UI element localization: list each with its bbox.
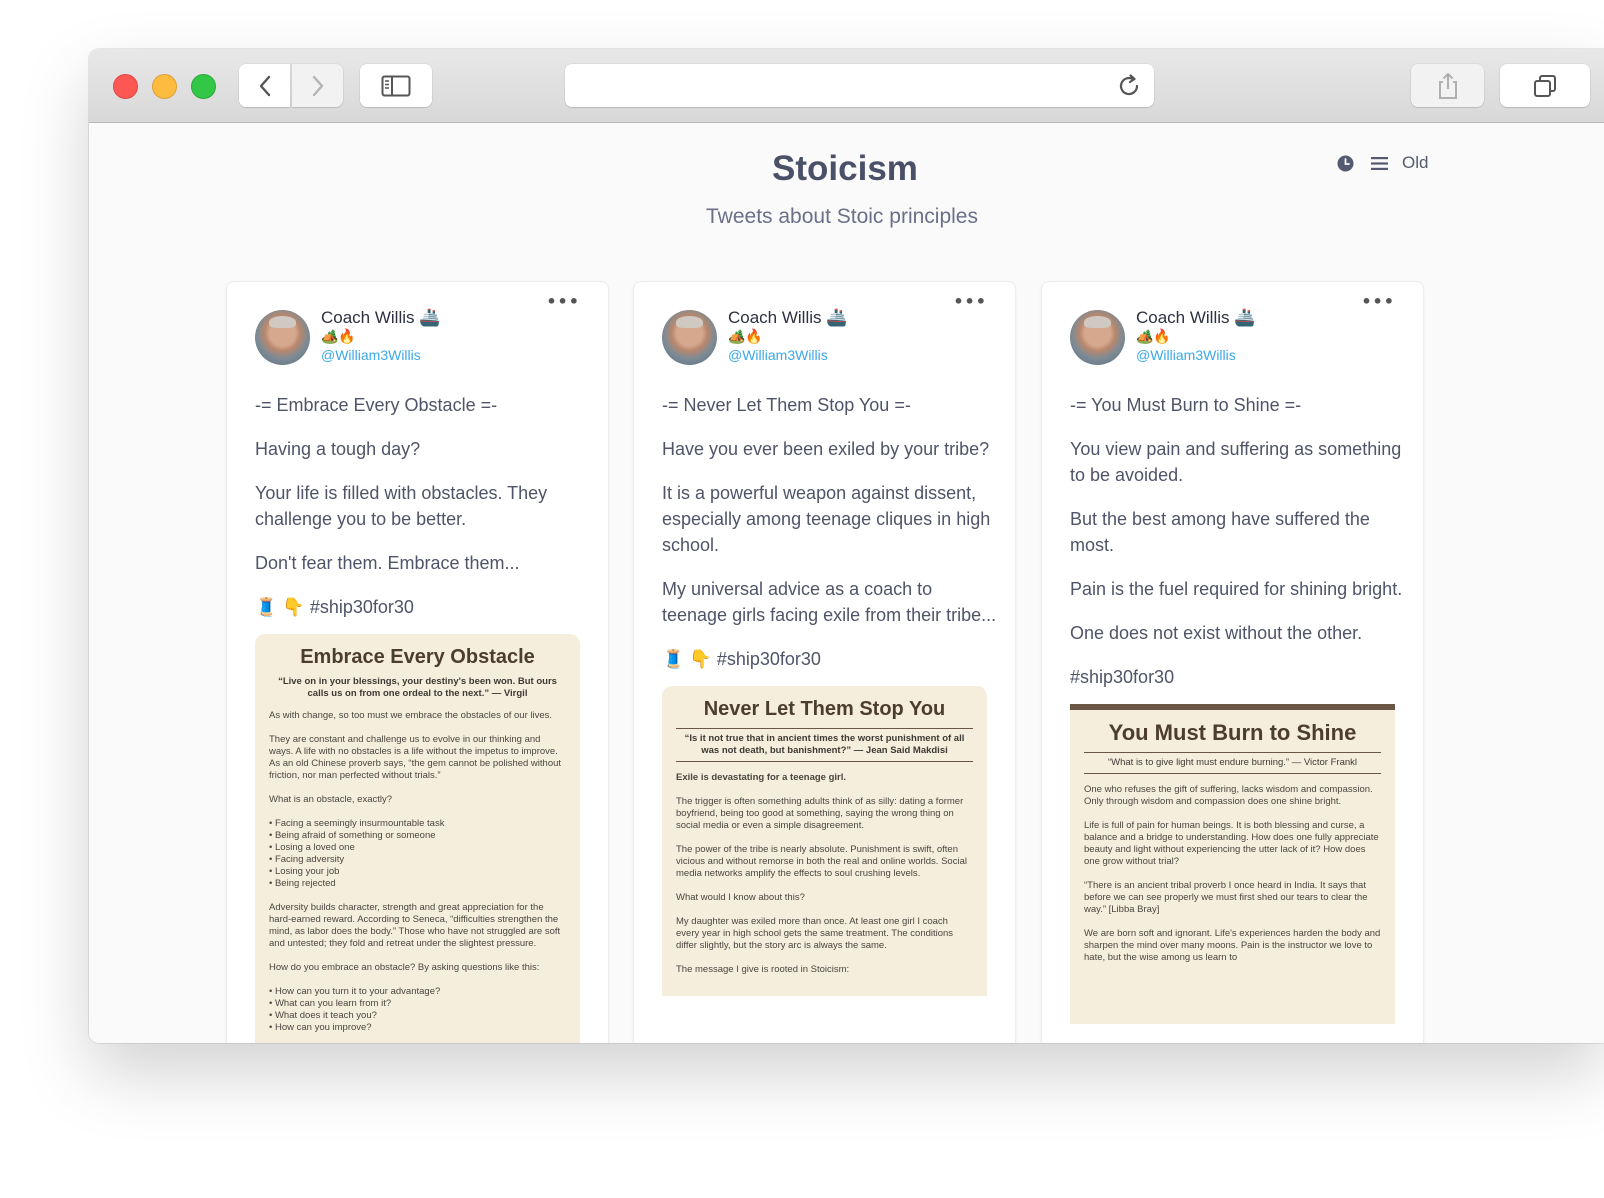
browser-window: Stoicism Tweets about Stoic principles O… bbox=[89, 49, 1604, 1043]
tweet-card: ••• Coach Willis 🚢 🏕️🔥 @William3Willis -… bbox=[633, 281, 1016, 1043]
tweet-paragraph: -= Embrace Every Obstacle =- bbox=[255, 395, 498, 415]
more-options-icon[interactable]: ••• bbox=[546, 292, 580, 311]
poster-line: The trigger is often something adults th… bbox=[676, 796, 964, 831]
poster-line: My daughter was exiled more than once. A… bbox=[676, 916, 954, 951]
address-bar[interactable] bbox=[565, 64, 1154, 107]
poster-quote: “Is it not true that in ancient times th… bbox=[676, 728, 973, 762]
more-options-icon[interactable]: ••• bbox=[953, 292, 987, 311]
tweet-image[interactable]: Embrace Every Obstacle “Live on in your … bbox=[255, 634, 580, 1043]
tweet-author: Coach Willis 🚢 🏕️🔥 @William3Willis bbox=[321, 308, 440, 365]
author-handle[interactable]: @William3Willis bbox=[321, 345, 440, 365]
author-name[interactable]: Coach Willis 🚢 bbox=[728, 308, 847, 328]
poster-quote: “Live on in your blessings, your destiny… bbox=[278, 676, 557, 699]
chevron-right-icon bbox=[312, 75, 323, 96]
tweet-hashtag-line[interactable]: #ship30for30 bbox=[1070, 664, 1405, 690]
tabs-icon bbox=[1534, 74, 1556, 97]
author-emojis: 🏕️🔥 bbox=[1136, 328, 1171, 344]
poster-line: Adversity builds character, strength and… bbox=[269, 902, 561, 949]
poster-text: One who refuses the gift of suffering, l… bbox=[1084, 784, 1381, 964]
back-button[interactable] bbox=[239, 64, 290, 107]
poster-line: • Facing a seemingly insurmountable task… bbox=[269, 818, 445, 889]
page-subtitle: Tweets about Stoic principles bbox=[706, 205, 978, 228]
tweet-paragraph: -= You Must Burn to Shine =- bbox=[1070, 395, 1302, 415]
zoom-window-button[interactable] bbox=[191, 74, 216, 99]
tweet-body: -= You Must Burn to Shine =- You view pa… bbox=[1070, 392, 1405, 1024]
tweet-image[interactable]: Never Let Them Stop You “Is it not true … bbox=[662, 686, 987, 996]
poster-quote: “What is to give light must endure burni… bbox=[1084, 752, 1381, 774]
close-window-button[interactable] bbox=[113, 74, 138, 99]
tweet-body: -= Embrace Every Obstacle =- Having a to… bbox=[255, 392, 590, 1043]
browser-toolbar bbox=[89, 49, 1604, 123]
poster-line: The message I give is rooted in Stoicism… bbox=[676, 964, 850, 975]
poster-line: We are born soft and ignorant. Life's ex… bbox=[1084, 928, 1381, 963]
view-controls: Old bbox=[1337, 153, 1428, 173]
poster-line: • How can you turn it to your advantage?… bbox=[269, 986, 441, 1033]
poster-line: One who refuses the gift of suffering, l… bbox=[1084, 784, 1373, 807]
poster-line: As with change, so too must we embrace t… bbox=[269, 710, 553, 721]
tweet-hashtag-line[interactable]: 🧵 👇 #ship30for30 bbox=[662, 646, 997, 672]
tweet-image[interactable]: You Must Burn to Shine “What is to give … bbox=[1070, 704, 1395, 1024]
author-handle[interactable]: @William3Willis bbox=[1136, 345, 1255, 365]
avatar[interactable] bbox=[255, 310, 310, 365]
menu-icon[interactable] bbox=[1371, 156, 1388, 171]
tweet-paragraph: Have you ever been exiled by your tribe? bbox=[662, 439, 990, 459]
tab-overview-button[interactable] bbox=[1500, 64, 1590, 107]
poster-line: The power of the tribe is nearly absolut… bbox=[676, 844, 967, 879]
tweet-hashtag-line[interactable]: 🧵 👇 #ship30for30 bbox=[255, 594, 590, 620]
poster-line: What is an obstacle, exactly? bbox=[269, 794, 393, 805]
author-emojis: 🏕️🔥 bbox=[728, 328, 763, 344]
tweet-card: ••• Coach Willis 🚢 🏕️🔥 @William3Willis -… bbox=[226, 281, 609, 1043]
poster-line: They are constant and challenge us to ev… bbox=[269, 734, 562, 781]
reload-icon[interactable] bbox=[1116, 73, 1142, 99]
author-name[interactable]: Coach Willis 🚢 bbox=[1136, 308, 1255, 328]
poster-line: What would I know about this? bbox=[676, 892, 805, 903]
tweet-author: Coach Willis 🚢 🏕️🔥 @William3Willis bbox=[1136, 308, 1255, 365]
poster-line: How do you embrace an obstacle? By askin… bbox=[269, 962, 540, 973]
sidebar-toggle-button[interactable] bbox=[360, 64, 432, 107]
tweet-body: -= Never Let Them Stop You =- Have you e… bbox=[662, 392, 997, 996]
chevron-left-icon bbox=[259, 75, 270, 96]
poster-line: Life is full of pain for human beings. I… bbox=[1084, 820, 1379, 867]
page-content: Stoicism Tweets about Stoic principles O… bbox=[89, 123, 1604, 1043]
poster-title: You Must Burn to Shine bbox=[1108, 720, 1357, 745]
author-name[interactable]: Coach Willis 🚢 bbox=[321, 308, 440, 328]
poster-line: “There is an ancient tribal proverb I on… bbox=[1084, 880, 1368, 915]
tweet-paragraph: Pain is the fuel required for shining br… bbox=[1070, 579, 1403, 599]
forward-button[interactable] bbox=[292, 64, 343, 107]
poster-line: Exile is devastating for a teenage girl. bbox=[676, 772, 847, 783]
tweet-paragraph: Don't fear them. Embrace them... bbox=[255, 553, 520, 573]
avatar[interactable] bbox=[1070, 310, 1125, 365]
poster-title: Embrace Every Obstacle bbox=[300, 646, 535, 668]
tweet-paragraph: One does not exist without the other. bbox=[1070, 623, 1363, 643]
tweet-paragraph: But the best among have suffered the mos… bbox=[1070, 509, 1370, 555]
author-handle[interactable]: @William3Willis bbox=[728, 345, 847, 365]
poster-title: Never Let Them Stop You bbox=[703, 698, 946, 720]
poster-text: As with change, so too must we embrace t… bbox=[269, 710, 566, 1034]
author-emojis: 🏕️🔥 bbox=[321, 328, 356, 344]
tweet-author: Coach Willis 🚢 🏕️🔥 @William3Willis bbox=[728, 308, 847, 365]
tweet-card: ••• Coach Willis 🚢 🏕️🔥 @William3Willis -… bbox=[1041, 281, 1424, 1043]
clock-icon[interactable] bbox=[1337, 155, 1354, 172]
share-button[interactable] bbox=[1411, 64, 1484, 107]
poster-text: Exile is devastating for a teenage girl.… bbox=[676, 772, 973, 976]
share-icon bbox=[1438, 72, 1457, 99]
tweet-paragraph: You view pain and suffering as something… bbox=[1070, 439, 1402, 485]
tweet-paragraph: My universal advice as a coach to teenag… bbox=[662, 579, 997, 625]
tweet-paragraph: It is a powerful weapon against dissent,… bbox=[662, 483, 991, 555]
tweet-paragraph: Your life is filled with obstacles. They… bbox=[255, 483, 548, 529]
tweet-paragraph: -= Never Let Them Stop You =- bbox=[662, 395, 911, 415]
tweet-paragraph: Having a tough day? bbox=[255, 439, 421, 459]
avatar[interactable] bbox=[662, 310, 717, 365]
sort-order-label[interactable]: Old bbox=[1402, 153, 1428, 173]
minimize-window-button[interactable] bbox=[152, 74, 177, 99]
sidebar-icon bbox=[381, 75, 411, 96]
more-options-icon[interactable]: ••• bbox=[1361, 292, 1395, 311]
